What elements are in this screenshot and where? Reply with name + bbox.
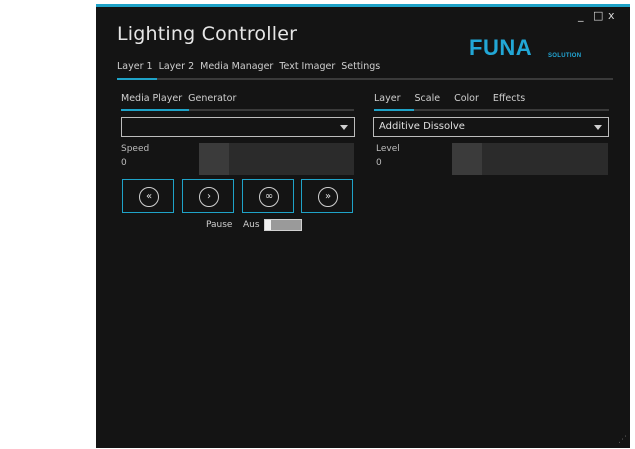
level-value: 0 xyxy=(376,158,382,168)
main-tabs-underline xyxy=(117,78,613,80)
rewind-icon: « xyxy=(139,187,159,207)
tab-generator[interactable]: Generator xyxy=(188,93,236,104)
left-tabs-underline xyxy=(121,109,354,111)
left-tab-indicator xyxy=(121,109,189,111)
tab-effects[interactable]: Effects xyxy=(493,93,525,104)
right-panel-tabs: Layer Scale Color Effects xyxy=(374,93,525,104)
maximize-button[interactable]: □ xyxy=(593,9,603,22)
brand-logo-sub: SOLUTION xyxy=(548,53,582,59)
loop-button[interactable]: ∞ xyxy=(242,179,294,213)
app-window: Lighting Controller _ □ x FUNA SOLUTION … xyxy=(96,4,630,448)
play-button[interactable]: › xyxy=(182,179,234,213)
speed-slider[interactable] xyxy=(199,143,354,175)
fast-forward-button[interactable]: » xyxy=(301,179,353,213)
minimize-button[interactable]: _ xyxy=(578,9,584,22)
loop-icon: ∞ xyxy=(259,187,279,207)
right-tabs-underline xyxy=(374,109,609,111)
tab-layer-1[interactable]: Layer 1 xyxy=(117,61,153,72)
speed-value: 0 xyxy=(121,158,127,168)
chevron-down-icon xyxy=(594,125,602,130)
tab-settings[interactable]: Settings xyxy=(341,61,380,72)
main-tabs: Layer 1 Layer 2 Media Manager Text Image… xyxy=(117,61,380,72)
speed-label: Speed xyxy=(121,144,150,154)
main-tab-indicator xyxy=(117,78,157,80)
tab-text-imager[interactable]: Text Imager xyxy=(279,61,335,72)
pause-state: Aus xyxy=(243,220,260,230)
chevron-down-icon xyxy=(340,125,348,130)
media-dropdown[interactable] xyxy=(121,117,355,137)
level-slider[interactable] xyxy=(452,143,608,175)
pause-toggle-knob[interactable] xyxy=(265,220,271,230)
close-button[interactable]: x xyxy=(608,9,615,22)
right-tab-indicator xyxy=(374,109,414,111)
level-slider-thumb[interactable] xyxy=(452,143,482,175)
blend-mode-dropdown[interactable]: Additive Dissolve xyxy=(373,117,609,137)
tab-color[interactable]: Color xyxy=(454,93,479,104)
pause-label: Pause xyxy=(206,220,233,230)
tab-scale[interactable]: Scale xyxy=(415,93,441,104)
pause-toggle[interactable] xyxy=(264,219,302,231)
rewind-button[interactable]: « xyxy=(122,179,174,213)
resize-grip-icon[interactable]: ⋰ xyxy=(618,435,627,445)
speed-slider-thumb[interactable] xyxy=(199,143,229,175)
blend-mode-value: Additive Dissolve xyxy=(379,121,465,132)
app-title: Lighting Controller xyxy=(117,23,298,45)
play-icon: › xyxy=(199,187,219,207)
level-label: Level xyxy=(376,144,400,154)
tab-layer[interactable]: Layer xyxy=(374,93,401,104)
tab-media-manager[interactable]: Media Manager xyxy=(200,61,273,72)
fast-forward-icon: » xyxy=(318,187,338,207)
tab-media-player[interactable]: Media Player xyxy=(121,93,182,104)
tab-layer-2[interactable]: Layer 2 xyxy=(159,61,195,72)
left-panel-tabs: Media Player Generator xyxy=(121,93,236,104)
brand-logo: FUNA xyxy=(469,35,533,60)
